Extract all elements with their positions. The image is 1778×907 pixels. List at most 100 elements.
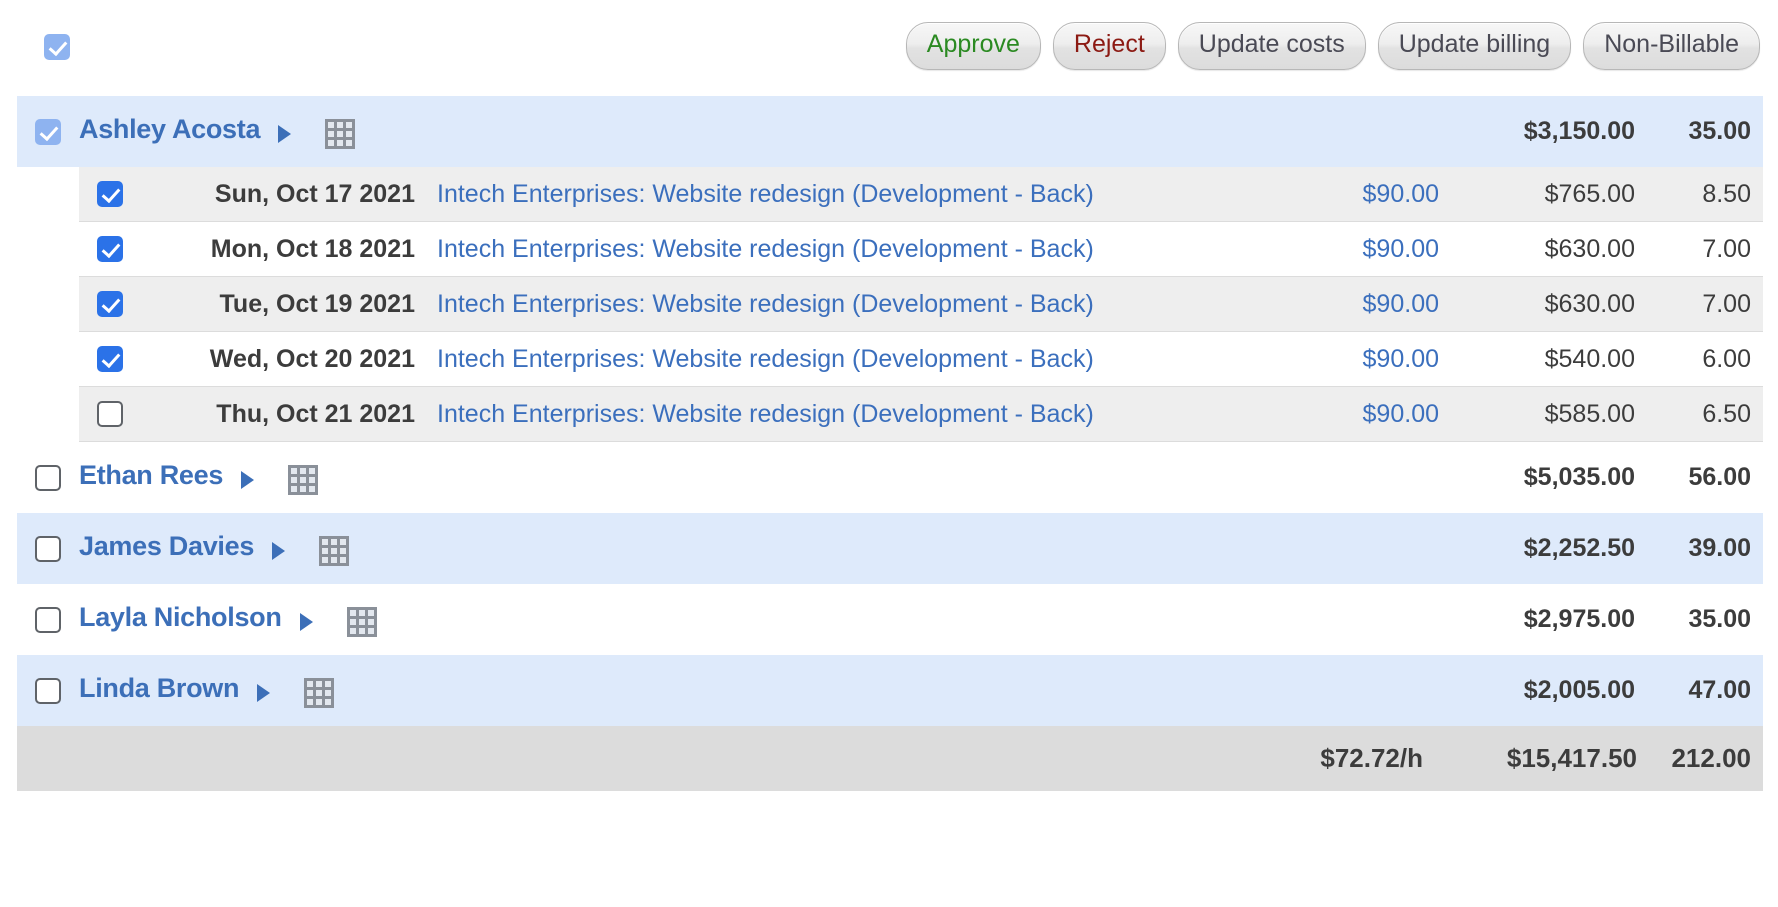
- time-entry-rate[interactable]: $90.00: [1267, 180, 1447, 209]
- employee-checkbox-box[interactable]: [35, 465, 61, 491]
- time-entry-hours: 7.00: [1641, 290, 1763, 319]
- time-entry-date: Wed, Oct 20 2021: [141, 345, 433, 374]
- employee-row[interactable]: Layla Nicholson $2,975.0035.00: [17, 584, 1763, 655]
- grid-icon[interactable]: [325, 119, 355, 149]
- employee-checkbox[interactable]: [17, 536, 79, 562]
- employee-name-link[interactable]: Linda Brown: [79, 673, 239, 703]
- timesheet-table: Ashley Acosta$3,150.0035.00Sun, Oct 17 2…: [17, 96, 1763, 791]
- totals-hours: 212.00: [1641, 743, 1763, 774]
- employee-total-hours: 35.00: [1641, 605, 1763, 634]
- grid-icon[interactable]: [319, 536, 349, 566]
- totals-row: $72.72/h $15,417.50 212.00: [17, 726, 1763, 791]
- time-entry-checkbox-box[interactable]: [97, 346, 123, 372]
- expand-triangle-icon[interactable]: [278, 125, 291, 143]
- employee-total-hours: 35.00: [1641, 117, 1763, 146]
- employee-total-amount: $3,150.00: [1405, 117, 1641, 146]
- employee-checkbox[interactable]: [17, 607, 79, 633]
- employee-name-link[interactable]: Layla Nicholson: [79, 602, 282, 632]
- time-entry-task-link[interactable]: Intech Enterprises: Website redesign (De…: [433, 235, 1094, 264]
- grid-icon[interactable]: [304, 678, 334, 708]
- time-entry-amount: $765.00: [1447, 180, 1641, 209]
- time-entry-amount: $540.00: [1447, 345, 1641, 374]
- employee-row[interactable]: James Davies $2,252.5039.00: [17, 513, 1763, 584]
- totals-average-rate: $72.72/h: [1239, 743, 1429, 774]
- employee-name-link[interactable]: Ethan Rees: [79, 460, 223, 490]
- employee-checkbox[interactable]: [17, 678, 79, 704]
- time-entry-rate[interactable]: $90.00: [1267, 290, 1447, 319]
- employee-name-cell: Ethan Rees: [79, 460, 318, 495]
- time-entry-checkbox-box[interactable]: [97, 401, 123, 427]
- employee-checkbox-box[interactable]: [35, 119, 61, 145]
- time-entry-task-link[interactable]: Intech Enterprises: Website redesign (De…: [433, 180, 1094, 209]
- time-entry-checkbox-box[interactable]: [97, 291, 123, 317]
- time-entry-row[interactable]: Tue, Oct 19 2021Intech Enterprises: Webs…: [79, 277, 1763, 332]
- time-entry-date: Tue, Oct 19 2021: [141, 290, 433, 319]
- reject-button[interactable]: Reject: [1053, 22, 1166, 70]
- employee-name-cell: James Davies: [79, 531, 349, 566]
- select-all-checkbox-box[interactable]: [44, 34, 70, 60]
- time-entry-row[interactable]: Wed, Oct 20 2021Intech Enterprises: Webs…: [79, 332, 1763, 387]
- grid-icon[interactable]: [288, 465, 318, 495]
- time-entry-row[interactable]: Thu, Oct 21 2021Intech Enterprises: Webs…: [79, 387, 1763, 442]
- timesheet-rows: Ashley Acosta$3,150.0035.00Sun, Oct 17 2…: [17, 96, 1763, 726]
- time-entry-checkbox[interactable]: [79, 346, 141, 372]
- employee-total-hours: 47.00: [1641, 676, 1763, 705]
- time-entry-hours: 6.00: [1641, 345, 1763, 374]
- employee-total-hours: 39.00: [1641, 534, 1763, 563]
- expand-triangle-icon[interactable]: [257, 684, 270, 702]
- employee-name-cell: Ashley Acosta: [79, 114, 355, 149]
- totals-amount: $15,417.50: [1429, 743, 1641, 774]
- approve-button[interactable]: Approve: [906, 22, 1041, 70]
- time-entry-task-link[interactable]: Intech Enterprises: Website redesign (De…: [433, 400, 1094, 429]
- employee-total-hours: 56.00: [1641, 463, 1763, 492]
- employee-total-amount: $5,035.00: [1405, 463, 1641, 492]
- time-entry-amount: $585.00: [1447, 400, 1641, 429]
- time-entry-hours: 6.50: [1641, 400, 1763, 429]
- time-entry-date: Thu, Oct 21 2021: [141, 400, 433, 429]
- employee-checkbox-box[interactable]: [35, 607, 61, 633]
- employee-name-link[interactable]: James Davies: [79, 531, 254, 561]
- employee-name-cell: Linda Brown: [79, 673, 334, 708]
- employee-row[interactable]: Ashley Acosta $3,150.0035.00: [17, 96, 1763, 167]
- time-entry-row[interactable]: Mon, Oct 18 2021Intech Enterprises: Webs…: [79, 222, 1763, 277]
- employee-checkbox-box[interactable]: [35, 536, 61, 562]
- timesheet-approval-page: ApproveRejectUpdate costsUpdate billingN…: [0, 0, 1778, 907]
- employee-row[interactable]: Linda Brown$2,005.0047.00: [17, 655, 1763, 726]
- employee-name-cell: Layla Nicholson: [79, 602, 377, 637]
- time-entry-checkbox-box[interactable]: [97, 181, 123, 207]
- time-entry-checkbox[interactable]: [79, 401, 141, 427]
- time-entry-rate[interactable]: $90.00: [1267, 235, 1447, 264]
- update-billing-button[interactable]: Update billing: [1378, 22, 1572, 70]
- employee-total-amount: $2,975.00: [1405, 605, 1641, 634]
- employee-total-amount: $2,252.50: [1405, 534, 1641, 563]
- expand-triangle-icon[interactable]: [272, 542, 285, 560]
- select-all-checkbox[interactable]: [44, 34, 70, 60]
- time-entry-amount: $630.00: [1447, 235, 1641, 264]
- time-entry-task-link[interactable]: Intech Enterprises: Website redesign (De…: [433, 290, 1094, 319]
- expand-triangle-icon[interactable]: [241, 471, 254, 489]
- expand-triangle-icon[interactable]: [300, 613, 313, 631]
- employee-name-link[interactable]: Ashley Acosta: [79, 114, 260, 144]
- update-costs-button[interactable]: Update costs: [1178, 22, 1366, 70]
- time-entry-row[interactable]: Sun, Oct 17 2021Intech Enterprises: Webs…: [79, 167, 1763, 222]
- employee-checkbox-box[interactable]: [35, 678, 61, 704]
- time-entry-amount: $630.00: [1447, 290, 1641, 319]
- time-entry-rate[interactable]: $90.00: [1267, 345, 1447, 374]
- action-button-group: ApproveRejectUpdate costsUpdate billingN…: [906, 22, 1760, 70]
- time-entry-checkbox[interactable]: [79, 181, 141, 207]
- toolbar: ApproveRejectUpdate costsUpdate billingN…: [0, 0, 1778, 96]
- time-entry-hours: 7.00: [1641, 235, 1763, 264]
- grid-icon[interactable]: [347, 607, 377, 637]
- time-entry-checkbox[interactable]: [79, 236, 141, 262]
- time-entry-checkbox-box[interactable]: [97, 236, 123, 262]
- employee-row[interactable]: Ethan Rees $5,035.0056.00: [17, 442, 1763, 513]
- time-entry-date: Mon, Oct 18 2021: [141, 235, 433, 264]
- time-entry-rate[interactable]: $90.00: [1267, 400, 1447, 429]
- time-entry-date: Sun, Oct 17 2021: [141, 180, 433, 209]
- time-entry-checkbox[interactable]: [79, 291, 141, 317]
- employee-checkbox[interactable]: [17, 119, 79, 145]
- non-billable-button[interactable]: Non-Billable: [1583, 22, 1760, 70]
- time-entry-hours: 8.50: [1641, 180, 1763, 209]
- employee-checkbox[interactable]: [17, 465, 79, 491]
- time-entry-task-link[interactable]: Intech Enterprises: Website redesign (De…: [433, 345, 1094, 374]
